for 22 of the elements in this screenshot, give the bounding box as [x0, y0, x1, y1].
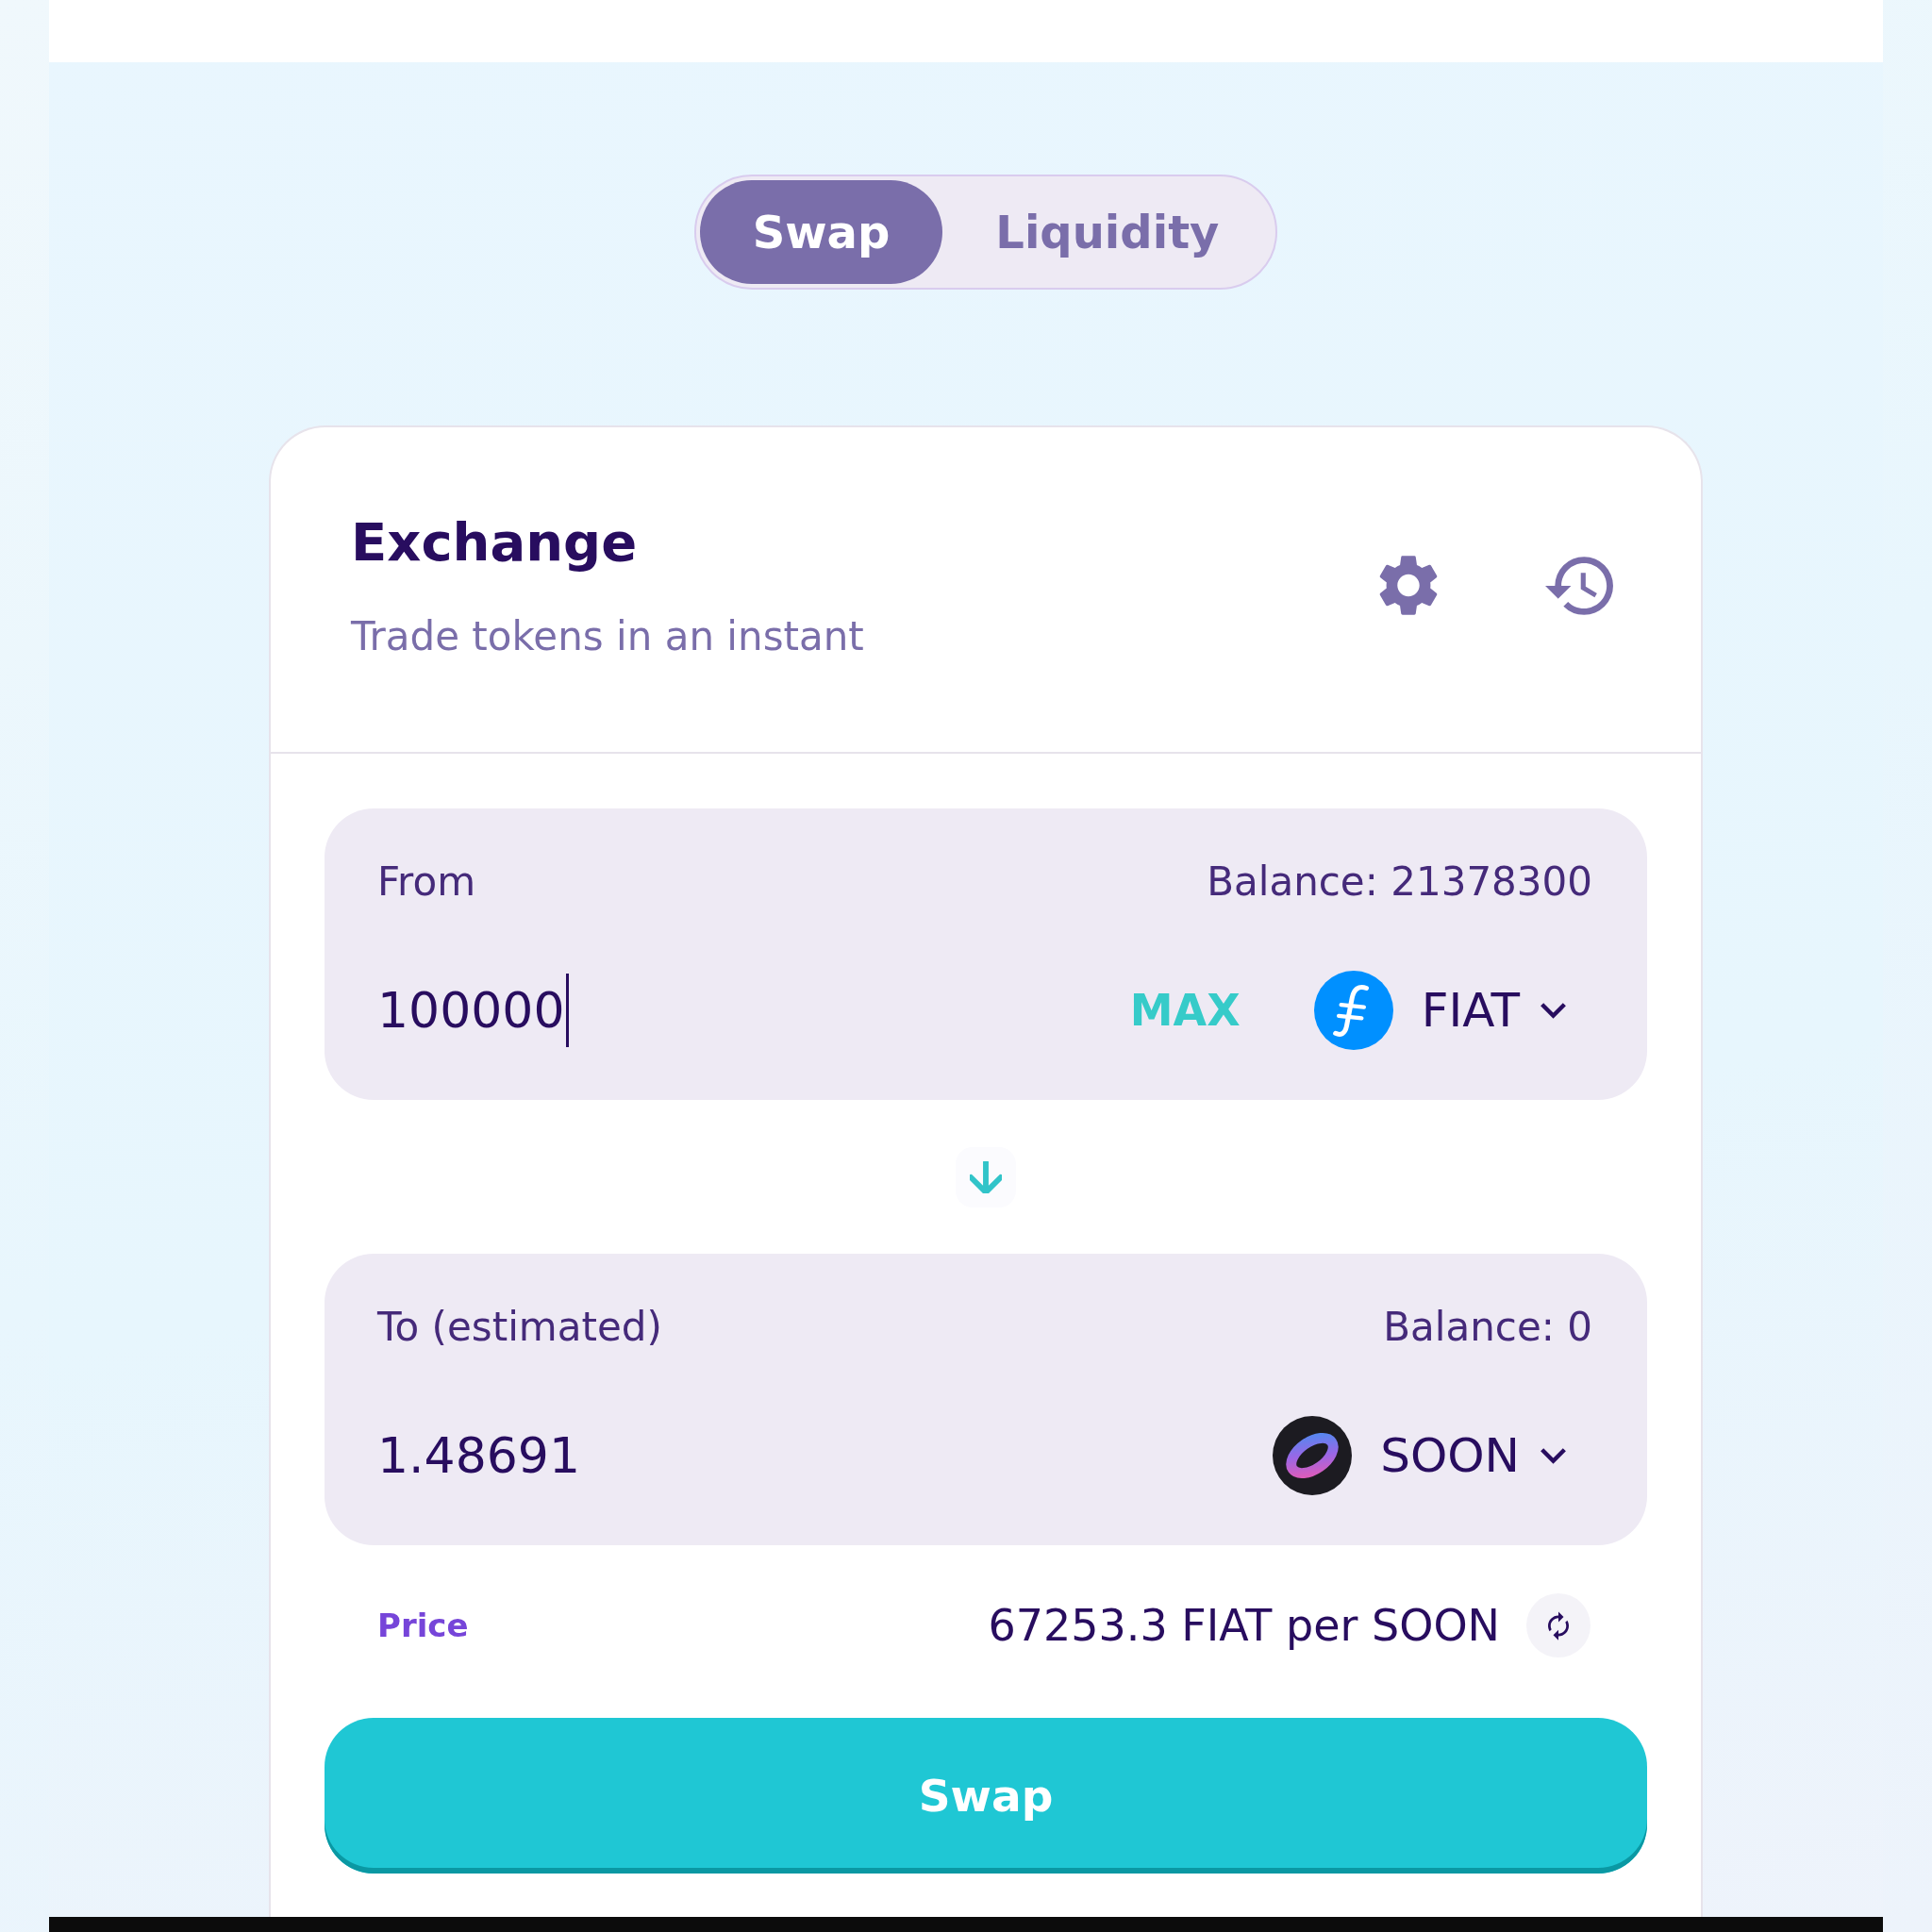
price-value: 67253.3 FIAT per SOON [988, 1600, 1500, 1651]
card-title: Exchange [351, 510, 638, 575]
coin-logo-icon [1313, 971, 1393, 1050]
amount-input[interactable]: 100000 [377, 980, 565, 1041]
card-subtitle: Trade tokens in an instant [351, 613, 864, 660]
chevron-down-icon [1541, 1447, 1566, 1464]
settings-icon[interactable] [1379, 555, 1438, 616]
price-label: Price [377, 1607, 469, 1644]
amount-input[interactable]: 1.48691 [377, 1425, 596, 1486]
panel-label: From [377, 858, 476, 905]
refresh-icon [1548, 1610, 1569, 1641]
ring-logo-icon [1273, 1416, 1353, 1495]
tab[interactable]: Liquidity [942, 180, 1273, 284]
panel-label: To (estimated) [377, 1303, 662, 1350]
balance-text: Balance: 21378300 [1207, 858, 1592, 905]
token-select-button[interactable]: FIAT [1313, 971, 1594, 1050]
history-icon[interactable] [1545, 556, 1613, 615]
token-select-button[interactable]: SOON [1273, 1416, 1594, 1495]
tab[interactable]: Swap [699, 180, 943, 284]
switch-direction-button[interactable] [956, 1146, 1016, 1208]
balance-text: Balance: 0 [1383, 1303, 1592, 1350]
chevron-down-icon [1541, 1002, 1566, 1019]
